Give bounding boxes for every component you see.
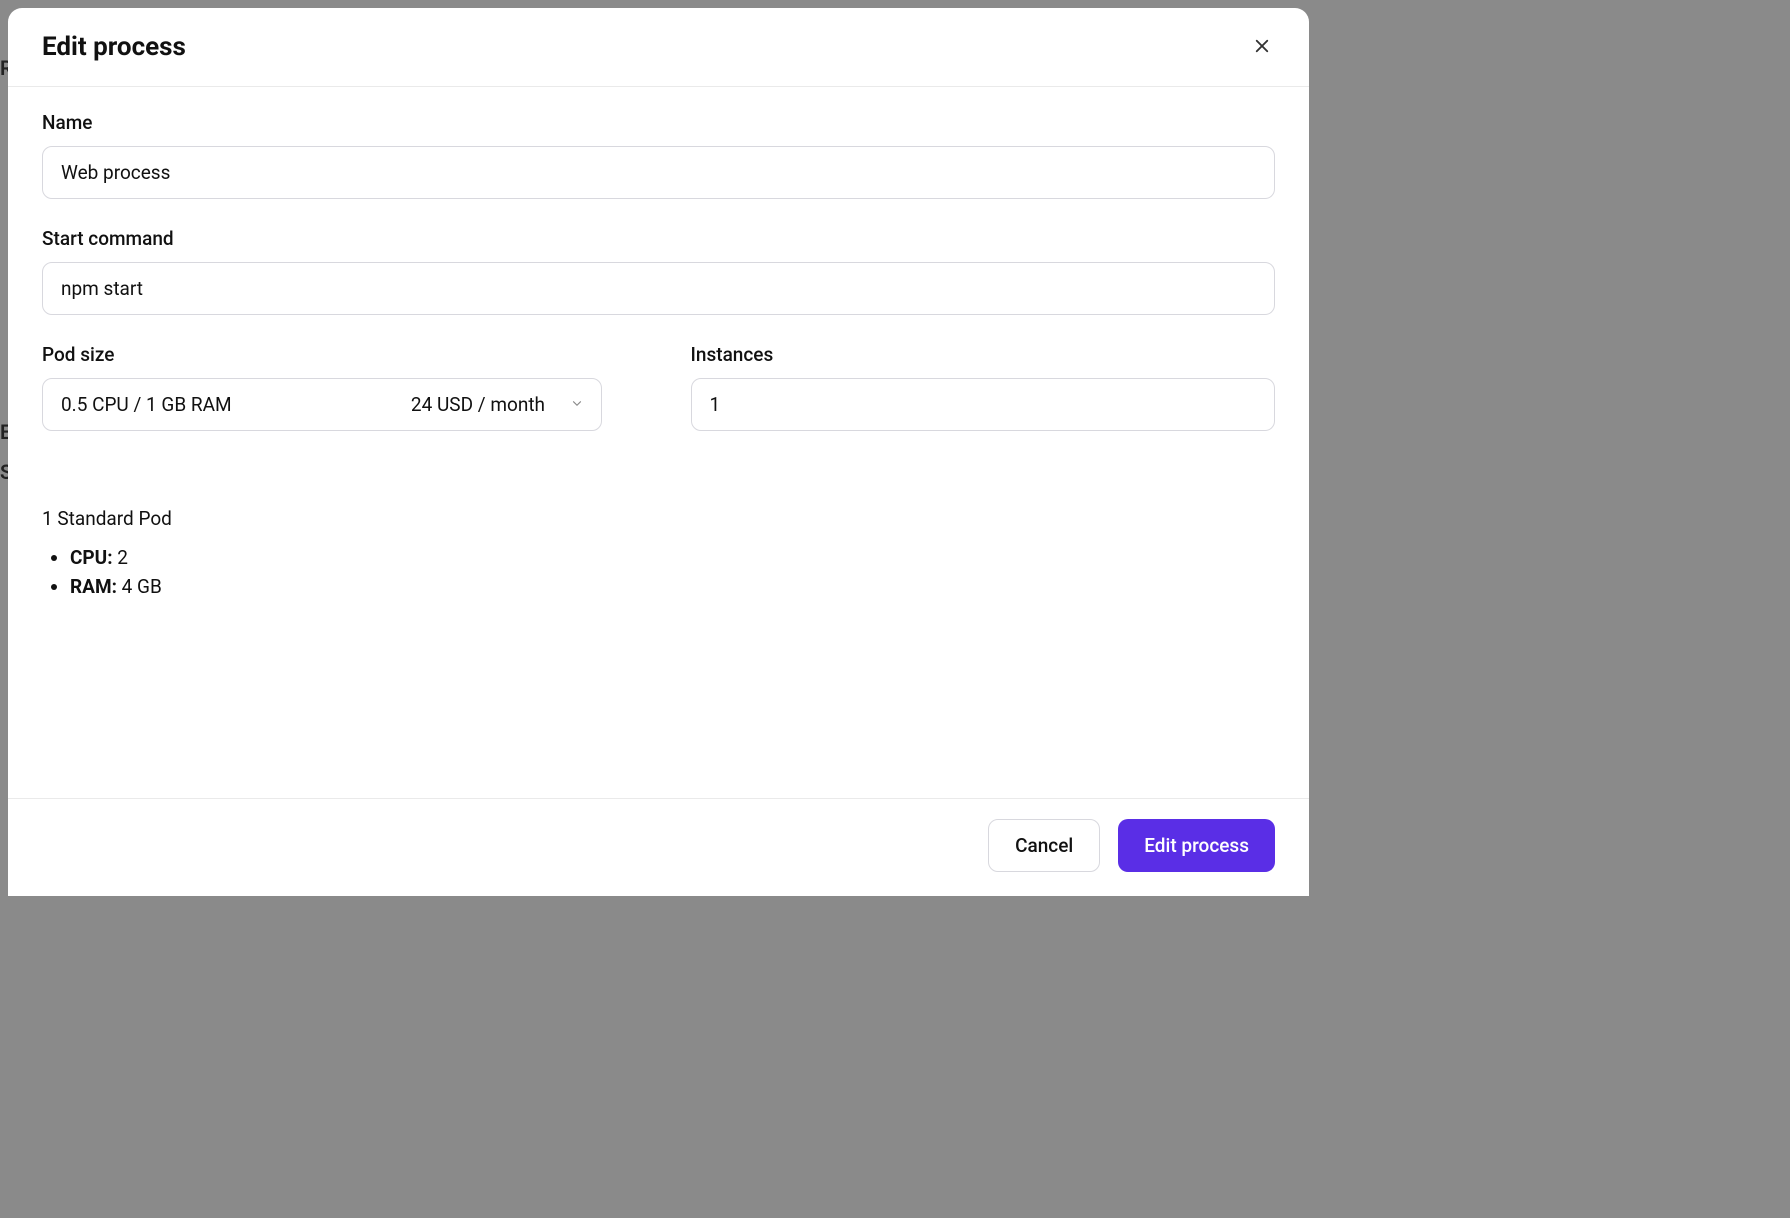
- close-button[interactable]: [1249, 33, 1275, 62]
- submit-button[interactable]: Edit process: [1118, 819, 1275, 872]
- cancel-button[interactable]: Cancel: [988, 819, 1100, 872]
- instances-input[interactable]: [691, 378, 1276, 431]
- pod-size-field-group: Pod size 0.5 CPU / 1 GB RAM 24 USD / mon…: [42, 343, 627, 431]
- instances-label: Instances: [691, 343, 1276, 366]
- close-icon: [1253, 37, 1271, 58]
- pod-size-price: 24 USD / month: [411, 393, 545, 416]
- modal-footer: Cancel Edit process: [8, 798, 1309, 896]
- start-command-input[interactable]: [42, 262, 1275, 315]
- name-label: Name: [42, 111, 1275, 134]
- instances-field-group: Instances: [691, 343, 1276, 431]
- summary-cpu-value: 2: [113, 546, 128, 569]
- summary-item-ram: RAM: 4 GB: [70, 575, 1275, 598]
- edit-process-modal: Edit process Name Start command Pod size: [8, 8, 1309, 896]
- modal-body: Name Start command Pod size 0.5 CPU / 1 …: [8, 87, 1309, 798]
- modal-header: Edit process: [8, 8, 1309, 87]
- pod-size-label: Pod size: [42, 343, 627, 366]
- summary-ram-value: 4 GB: [117, 575, 162, 598]
- start-command-label: Start command: [42, 227, 1275, 250]
- pod-size-select[interactable]: 0.5 CPU / 1 GB RAM 24 USD / month: [42, 378, 602, 431]
- name-input[interactable]: [42, 146, 1275, 199]
- modal-title: Edit process: [42, 32, 186, 62]
- summary-title: 1 Standard Pod: [42, 507, 1275, 530]
- summary-cpu-label: CPU:: [70, 546, 113, 569]
- instances-col: Instances: [691, 343, 1276, 459]
- summary-list: CPU: 2 RAM: 4 GB: [42, 546, 1275, 598]
- start-command-field-group: Start command: [42, 227, 1275, 315]
- size-instances-row: Pod size 0.5 CPU / 1 GB RAM 24 USD / mon…: [42, 343, 1275, 459]
- pod-size-col: Pod size 0.5 CPU / 1 GB RAM 24 USD / mon…: [42, 343, 627, 459]
- summary-item-cpu: CPU: 2: [70, 546, 1275, 569]
- summary-ram-label: RAM:: [70, 575, 117, 598]
- name-field-group: Name: [42, 111, 1275, 199]
- pod-summary: 1 Standard Pod CPU: 2 RAM: 4 GB: [42, 507, 1275, 598]
- pod-size-spec: 0.5 CPU / 1 GB RAM: [61, 393, 232, 416]
